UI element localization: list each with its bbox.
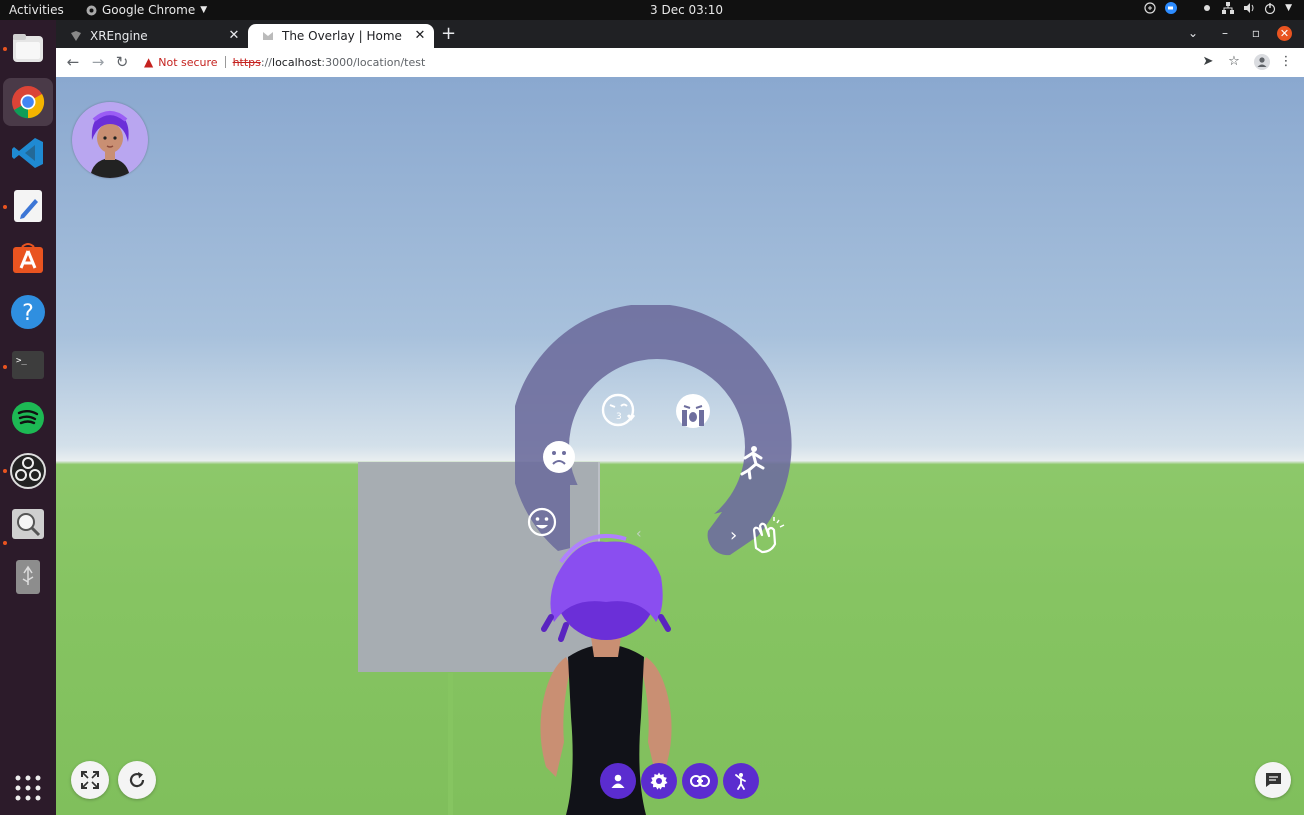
ubuntu-software-icon[interactable] bbox=[8, 238, 48, 278]
emote-crying-icon[interactable] bbox=[676, 394, 710, 428]
emote-next-arrow[interactable]: › bbox=[730, 525, 737, 546]
chrome-small-icon bbox=[86, 5, 97, 15]
security-label[interactable]: Not secure bbox=[158, 56, 217, 69]
help-icon[interactable]: ? bbox=[8, 292, 48, 332]
usb-drive-icon[interactable] bbox=[8, 557, 48, 597]
brightness-icon[interactable] bbox=[1201, 2, 1213, 14]
forward-button[interactable]: → bbox=[90, 54, 106, 70]
tab-strip: XREngine ✕ The Overlay | Home ✕ + ⌄ – ▫ … bbox=[56, 20, 1304, 48]
volume-icon[interactable] bbox=[1243, 2, 1255, 14]
more-menu-icon[interactable]: ⋮ bbox=[1278, 54, 1294, 70]
screenshot-icon[interactable] bbox=[8, 504, 48, 544]
ubuntu-dock: ? >_ bbox=[0, 20, 56, 815]
person-gesture-icon bbox=[735, 773, 746, 790]
send-icon[interactable]: ➤ bbox=[1200, 54, 1216, 70]
address-bar[interactable]: ▲ Not secure https :// localhost :3000/l… bbox=[144, 53, 425, 71]
running-indicator bbox=[3, 47, 7, 51]
chat-icon bbox=[1265, 773, 1281, 787]
url-scheme-separator: :// bbox=[260, 55, 273, 69]
fullscreen-icon bbox=[81, 771, 99, 789]
profile-icon[interactable] bbox=[1254, 54, 1270, 70]
clock[interactable]: 3 Dec 03:10 bbox=[650, 3, 723, 17]
link-icon bbox=[690, 775, 710, 787]
person-icon bbox=[611, 774, 625, 788]
app-menu[interactable]: Google Chrome ▼ bbox=[86, 3, 207, 17]
files-icon[interactable] bbox=[8, 28, 48, 68]
system-tray[interactable]: ▼ bbox=[1144, 2, 1292, 14]
svg-text:?: ? bbox=[22, 301, 34, 326]
bookmark-star-icon[interactable]: ☆ bbox=[1226, 54, 1242, 70]
app-menu-label: Google Chrome bbox=[102, 3, 196, 17]
settings-button[interactable] bbox=[641, 763, 677, 799]
running-indicator bbox=[3, 541, 7, 545]
tab-the-overlay-home[interactable]: The Overlay | Home ✕ bbox=[248, 24, 434, 48]
avatar-portrait-icon bbox=[90, 111, 130, 178]
url-host: localhost bbox=[272, 55, 322, 69]
url-scheme: https bbox=[232, 55, 261, 69]
avatar-portrait-button[interactable] bbox=[72, 102, 148, 178]
reload-button[interactable]: ↻ bbox=[114, 54, 130, 70]
tab-search-icon[interactable]: ⌄ bbox=[1188, 26, 1198, 40]
vscode-icon[interactable] bbox=[8, 133, 48, 173]
xrengine-favicon-icon bbox=[71, 31, 81, 41]
show-applications-icon[interactable] bbox=[8, 768, 48, 808]
minimize-button[interactable]: – bbox=[1222, 26, 1228, 40]
zoom-tray-icon[interactable] bbox=[1165, 2, 1178, 14]
gear-icon bbox=[650, 772, 668, 790]
running-indicator bbox=[3, 205, 7, 209]
chat-button[interactable] bbox=[1255, 762, 1291, 798]
back-button[interactable]: ← bbox=[65, 54, 81, 70]
spotify-icon[interactable] bbox=[8, 398, 48, 438]
browser-window-chrome: XREngine ✕ The Overlay | Home ✕ + ⌄ – ▫ … bbox=[56, 20, 1304, 78]
update-icon[interactable] bbox=[1144, 2, 1156, 14]
obs-studio-icon[interactable] bbox=[8, 451, 48, 491]
close-icon[interactable]: ✕ bbox=[412, 28, 428, 43]
pole-object bbox=[448, 673, 453, 815]
fullscreen-button[interactable] bbox=[71, 761, 109, 799]
tab-title: The Overlay | Home bbox=[282, 29, 402, 43]
chevron-down-icon: ▼ bbox=[200, 5, 208, 15]
refresh-icon bbox=[129, 772, 145, 788]
activities-button[interactable]: Activities bbox=[9, 3, 64, 17]
emote-button[interactable] bbox=[723, 763, 759, 799]
share-link-button[interactable] bbox=[682, 763, 718, 799]
profile-button[interactable] bbox=[600, 763, 636, 799]
warning-icon[interactable]: ▲ bbox=[144, 55, 153, 69]
new-tab-button[interactable]: + bbox=[441, 24, 456, 44]
text-editor-icon[interactable] bbox=[8, 186, 48, 226]
chrome-icon[interactable] bbox=[3, 78, 53, 126]
chevron-down-icon[interactable]: ▼ bbox=[1285, 3, 1292, 13]
close-icon[interactable]: ✕ bbox=[226, 28, 242, 43]
separator bbox=[224, 56, 226, 68]
tab-title: XREngine bbox=[90, 29, 148, 43]
browser-toolbar: ← → ↻ ▲ Not secure https :// localhost :… bbox=[56, 48, 1304, 78]
svg-text:3: 3 bbox=[616, 412, 622, 422]
close-window-button[interactable]: ✕ bbox=[1277, 26, 1292, 41]
running-indicator bbox=[3, 365, 7, 369]
restore-button[interactable]: ▫ bbox=[1252, 26, 1260, 40]
refresh-button[interactable] bbox=[118, 761, 156, 799]
network-icon[interactable] bbox=[1222, 2, 1235, 14]
emote-sad-icon[interactable] bbox=[543, 441, 575, 473]
system-top-bar: Activities Google Chrome ▼ 3 Dec 03:10 ▼ bbox=[0, 0, 1304, 20]
xr-scene-viewport[interactable]: 3 › ‹ bbox=[56, 77, 1304, 815]
running-indicator bbox=[3, 469, 7, 473]
tab-xrengine[interactable]: XREngine ✕ bbox=[56, 24, 248, 48]
overlay-favicon-icon bbox=[263, 32, 273, 40]
power-icon[interactable] bbox=[1264, 2, 1276, 14]
url-path: :3000/location/test bbox=[321, 55, 426, 69]
svg-text:>_: >_ bbox=[16, 356, 27, 366]
terminal-icon[interactable]: >_ bbox=[8, 345, 48, 385]
